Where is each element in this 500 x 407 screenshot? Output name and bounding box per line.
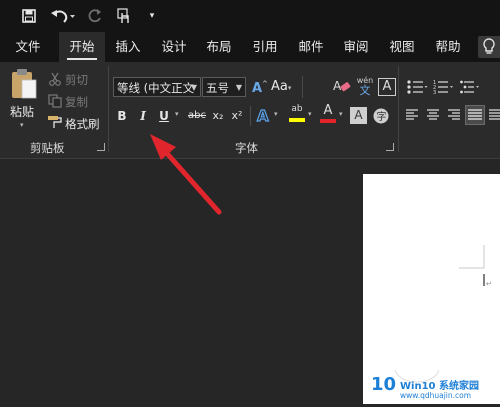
svg-text:↵: ↵ bbox=[486, 280, 492, 288]
watermark-brand: Win10 系统家园 bbox=[400, 381, 479, 392]
watermark-number: 10 bbox=[371, 374, 397, 395]
watermark: 10 Win10 系统家园 www.qdhuajin.com bbox=[363, 353, 500, 404]
watermark-url: www.qdhuajin.com bbox=[400, 391, 472, 400]
